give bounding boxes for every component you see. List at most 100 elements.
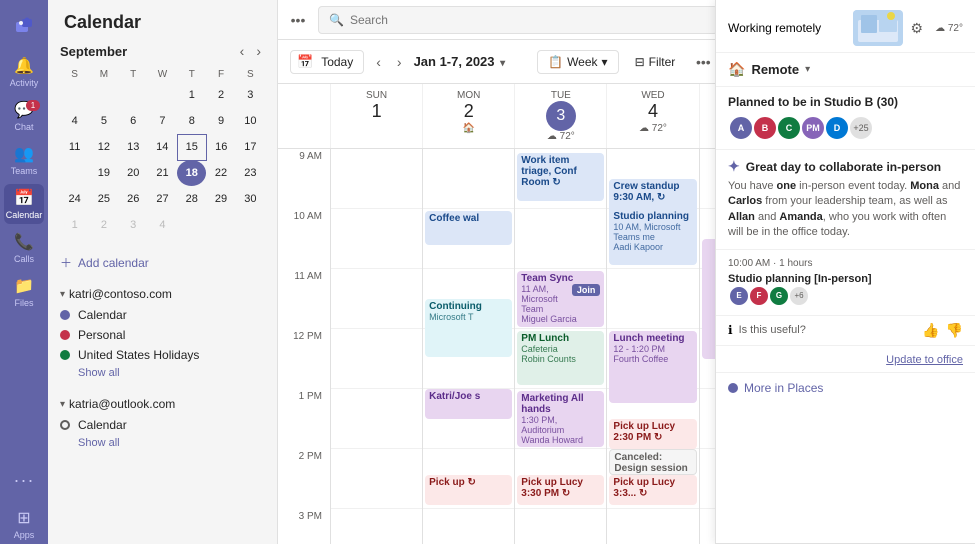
mini-cal-day[interactable] xyxy=(89,82,118,108)
contoso-section-header[interactable]: ▾ katri@contoso.com xyxy=(60,283,265,305)
sidebar-item-more[interactable]: ··· xyxy=(4,460,44,500)
event-team-sync[interactable]: Team Sync Join 11 AM, Microsoft Team Mig… xyxy=(517,271,604,327)
popup-location-row[interactable]: 🏠 Remote ▾ xyxy=(716,53,975,87)
sidebar-item-chat[interactable]: 💬 Chat 1 xyxy=(4,96,44,136)
event-pickup-330-wed[interactable]: Pick up Lucy 3:3... ↻ xyxy=(609,475,696,505)
mini-cal-day[interactable]: 27 xyxy=(148,186,177,212)
event-marketing-allhands[interactable]: Marketing All hands 1:30 PM, Auditorium … xyxy=(517,391,604,447)
mini-cal-day[interactable]: 17 xyxy=(236,134,265,160)
event-coffee-walk[interactable]: Coffee wal xyxy=(425,211,512,245)
mini-cal-day[interactable]: 11 xyxy=(60,134,89,160)
week-view-button[interactable]: 📋 Week ▾ xyxy=(537,50,618,74)
sidebar-item-calendar[interactable]: 📅 Calendar xyxy=(4,184,44,224)
outlook-cal-label: Calendar xyxy=(78,418,127,432)
more-options-button[interactable]: ••• xyxy=(286,8,310,32)
mini-cal-day[interactable]: 7 xyxy=(148,108,177,134)
mini-cal-day[interactable]: 29 xyxy=(206,186,235,212)
sidebar-item-files[interactable]: 📁 Files xyxy=(4,272,44,312)
toolbar-more-button[interactable]: ••• xyxy=(691,50,715,74)
mini-cal-day[interactable] xyxy=(60,82,89,108)
mini-cal-day[interactable]: 5 xyxy=(89,108,118,134)
event-work-item-triage[interactable]: Work item triage, Conf Room ↻ xyxy=(517,153,604,201)
time-label-1pm: 1 PM xyxy=(278,389,330,449)
mini-cal-day[interactable] xyxy=(119,82,148,108)
mini-cal-day[interactable]: 6 xyxy=(119,108,148,134)
calendar-item-personal[interactable]: Personal xyxy=(60,325,265,345)
update-office-link[interactable]: Update to office xyxy=(886,354,963,366)
prev-week-button[interactable]: ‹ xyxy=(372,50,385,74)
mini-cal-day[interactable]: 10 xyxy=(236,108,265,134)
mini-cal-day[interactable]: 21 xyxy=(148,160,177,186)
mini-cal-day[interactable] xyxy=(177,212,206,238)
mini-cal-week-3[interactable]: 11 12 13 14 15 16 17 xyxy=(60,134,265,160)
mini-cal-day[interactable]: 19 xyxy=(89,160,118,186)
mini-cal-week-6[interactable]: 1 2 3 4 xyxy=(60,212,265,238)
calendar-item-contoso-cal[interactable]: Calendar xyxy=(60,305,265,325)
mini-cal-day[interactable]: 26 xyxy=(119,186,148,212)
mini-cal-day[interactable]: 23 xyxy=(236,160,265,186)
event-design-session[interactable]: Canceled: Design session xyxy=(609,449,696,475)
popup-event-item[interactable]: 10:00 AM · 1 hours Studio planning [In-p… xyxy=(716,250,975,316)
mini-cal-day[interactable]: 1 xyxy=(60,212,89,238)
mini-cal-day[interactable]: 2 xyxy=(206,82,235,108)
search-input[interactable] xyxy=(350,13,707,27)
mini-cal-day[interactable]: 14 xyxy=(148,134,177,160)
mini-cal-week-4[interactable]: 19 20 21 18 22 23 xyxy=(60,160,265,186)
show-all-contoso[interactable]: Show all xyxy=(60,365,265,385)
mini-cal-day[interactable]: 13 xyxy=(119,134,148,160)
outlook-section-header[interactable]: ▾ katria@outlook.com xyxy=(60,393,265,415)
mini-cal-day[interactable]: 4 xyxy=(148,212,177,238)
calendar-item-outlook-cal[interactable]: Calendar xyxy=(60,415,265,435)
thumbs-down-icon[interactable]: 👎 xyxy=(946,322,963,339)
event-pickup-tue[interactable]: Pick up Lucy 3:30 PM ↻ xyxy=(517,475,604,505)
mini-cal-day[interactable]: 3 xyxy=(119,212,148,238)
mini-cal-week-5[interactable]: 24 25 26 27 28 29 30 xyxy=(60,186,265,212)
event-pickup-230[interactable]: Pick up Lucy 2:30 PM ↻ xyxy=(609,419,696,449)
mini-cal-day[interactable]: 30 xyxy=(236,186,265,212)
mini-cal-day[interactable]: 2 xyxy=(89,212,118,238)
event-pm-lunch[interactable]: PM Lunch Cafeteria Robin Counts xyxy=(517,331,604,385)
mini-cal-day[interactable]: 20 xyxy=(119,160,148,186)
sidebar-item-teams[interactable] xyxy=(4,8,44,48)
mini-cal-next[interactable]: › xyxy=(252,41,265,61)
mini-cal-day[interactable]: 22 xyxy=(206,160,235,186)
mini-cal-day[interactable]: 15 xyxy=(177,134,206,160)
mini-cal-day[interactable]: 8 xyxy=(177,108,206,134)
filter-button[interactable]: ⊟ Filter xyxy=(627,51,684,73)
more-places-button[interactable]: More in Places xyxy=(716,373,975,403)
mini-cal-day[interactable]: 28 xyxy=(177,186,206,212)
event-pickup-mon[interactable]: Pick up ↻ xyxy=(425,475,512,505)
mini-cal-week-1[interactable]: 1 2 3 xyxy=(60,82,265,108)
event-lunch-meeting[interactable]: Lunch meeting 12 - 1:20 PM Fourth Coffee xyxy=(609,331,696,403)
thumbs-up-icon[interactable]: 👍 xyxy=(922,322,939,339)
show-all-outlook[interactable]: Show all xyxy=(60,435,265,455)
sidebar-item-activity[interactable]: 🔔 Activity xyxy=(4,52,44,92)
mini-cal-prev[interactable]: ‹ xyxy=(236,41,249,61)
mini-cal-day[interactable]: 3 xyxy=(236,82,265,108)
mini-cal-day[interactable]: 4 xyxy=(60,108,89,134)
add-calendar-button[interactable]: ＋ Add calendar xyxy=(60,250,265,275)
mini-cal-day[interactable]: 1 xyxy=(177,82,206,108)
mini-cal-day[interactable] xyxy=(236,212,265,238)
today-button[interactable]: Today xyxy=(317,53,357,71)
mini-cal-day[interactable]: 18 xyxy=(177,160,206,186)
next-week-button[interactable]: › xyxy=(393,50,406,74)
calendar-item-holidays[interactable]: United States Holidays xyxy=(60,345,265,365)
mini-cal-day[interactable]: 9 xyxy=(206,108,235,134)
mini-cal-day[interactable]: 24 xyxy=(60,186,89,212)
search-bar[interactable]: 🔍 xyxy=(318,6,718,34)
settings-gear-icon[interactable]: ⚙ xyxy=(911,20,924,37)
event-continuing[interactable]: Continuing Microsoft T xyxy=(425,299,512,357)
event-katri-joe[interactable]: Katri/Joe s xyxy=(425,389,512,419)
mini-cal-day[interactable]: 12 xyxy=(89,134,118,160)
mini-cal-week-2[interactable]: 4 5 6 7 8 9 10 xyxy=(60,108,265,134)
sidebar-item-apps[interactable]: ⊞ Apps xyxy=(4,504,44,544)
mini-cal-day[interactable] xyxy=(206,212,235,238)
mini-cal-day[interactable] xyxy=(148,82,177,108)
mini-cal-day[interactable]: 25 xyxy=(89,186,118,212)
mini-cal-day[interactable]: 16 xyxy=(206,134,235,160)
sidebar-item-calls[interactable]: 📞 Calls xyxy=(4,228,44,268)
event-studio-planning[interactable]: Studio planning 10 AM, Microsoft Teams m… xyxy=(609,209,696,265)
mini-cal-day[interactable] xyxy=(60,160,89,186)
sidebar-item-teams-nav[interactable]: 👥 Teams xyxy=(4,140,44,180)
